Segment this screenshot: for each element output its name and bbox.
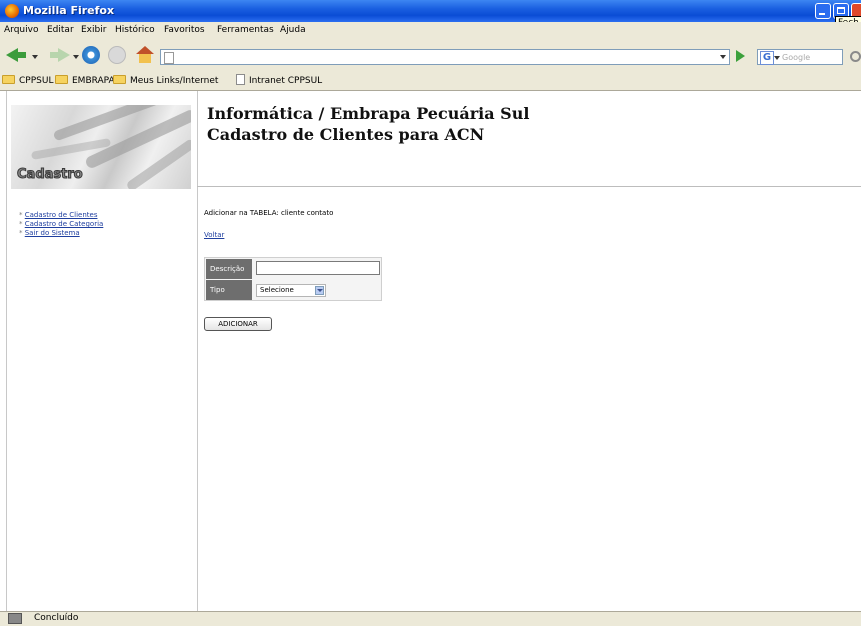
firefox-icon: [5, 4, 19, 18]
bookmark-embrapa[interactable]: EMBRAPA: [55, 74, 115, 88]
menu-exibir[interactable]: Exibir: [81, 25, 106, 35]
reload-icon[interactable]: [82, 46, 100, 64]
link-cadastro-clientes[interactable]: Cadastro de Clientes: [25, 211, 98, 219]
voltar-link[interactable]: Voltar: [204, 231, 224, 239]
status-icon: [8, 613, 22, 624]
tipo-select[interactable]: Selecione: [256, 284, 326, 297]
menu-editar[interactable]: Editar: [47, 25, 74, 35]
stop-icon[interactable]: [108, 46, 126, 64]
page-content: Cadastro * Cadastro de Clientes * Cadast…: [0, 91, 861, 611]
title-bar: Mozilla Firefox: [0, 0, 861, 22]
descricao-label: Descrição: [206, 259, 252, 279]
sidebar-menu: * Cadastro de Clientes * Cadastro de Cat…: [19, 211, 103, 238]
menu-favoritos[interactable]: Favoritos: [164, 25, 205, 35]
navigation-toolbar: G Google: [0, 40, 861, 73]
form-instruction: Adicionar na TABELA: cliente contato: [204, 209, 334, 217]
tipo-selected-value: Selecione: [260, 286, 294, 294]
sidebar-item-clientes: * Cadastro de Clientes: [19, 211, 98, 219]
search-icon[interactable]: [849, 50, 861, 64]
sidebar-item-sair: * Sair do Sistema: [19, 229, 80, 237]
search-input[interactable]: G Google: [757, 49, 843, 65]
menu-bar: Arquivo Editar Exibir Histórico Favorito…: [0, 22, 861, 40]
url-history-dropdown-icon[interactable]: [720, 55, 726, 59]
forward-dropdown-icon[interactable]: [73, 55, 79, 59]
adicionar-button[interactable]: ADICIONAR: [204, 317, 272, 331]
bookmark-cppsul[interactable]: CPPSUL: [2, 74, 53, 88]
folder-icon: [55, 75, 68, 84]
header-line-1: Informática / Embrapa Pecuária Sul: [207, 104, 530, 123]
link-cadastro-categoria[interactable]: Cadastro de Categoria: [25, 220, 104, 228]
menu-ajuda[interactable]: Ajuda: [280, 25, 306, 35]
folder-icon: [113, 75, 126, 84]
page-header: Informática / Embrapa Pecuária Sul Cadas…: [197, 91, 861, 187]
back-arrow-icon[interactable]: [6, 46, 28, 64]
folder-icon: [2, 75, 15, 84]
home-icon[interactable]: [136, 46, 154, 64]
sidebar: Cadastro * Cadastro de Clientes * Cadast…: [6, 91, 198, 611]
status-bar: Concluído: [0, 611, 861, 626]
page-icon: [236, 74, 245, 85]
banner-title: Cadastro: [17, 167, 84, 183]
engine-dropdown-icon[interactable]: [774, 56, 780, 60]
google-engine-icon[interactable]: G: [760, 51, 774, 65]
status-text: Concluído: [34, 613, 79, 623]
header-line-2: Cadastro de Clientes para ACN: [207, 125, 485, 144]
search-placeholder: Google: [782, 53, 811, 62]
menu-historico[interactable]: Histórico: [115, 25, 155, 35]
cadastro-banner-image: Cadastro: [11, 105, 191, 189]
window-title: Mozilla Firefox: [23, 4, 115, 17]
tipo-label: Tipo: [206, 280, 252, 300]
sidebar-item-categoria: * Cadastro de Categoria: [19, 220, 104, 228]
go-icon[interactable]: [736, 50, 745, 62]
bookmark-intranet-cppsul[interactable]: Intranet CPPSUL: [236, 74, 322, 88]
chevron-down-icon[interactable]: [315, 286, 324, 295]
add-form-table: Descrição Tipo Selecione: [204, 257, 382, 301]
menu-ferramentas[interactable]: Ferramentas: [217, 25, 274, 35]
forward-arrow-icon[interactable]: [48, 46, 70, 64]
bookmarks-toolbar: CPPSUL EMBRAPA Meus Links/Internet Intra…: [0, 72, 861, 91]
page-title: Informática / Embrapa Pecuária Sul Cadas…: [207, 103, 529, 145]
descricao-input[interactable]: [256, 261, 380, 275]
url-bar[interactable]: [160, 49, 730, 65]
menu-arquivo[interactable]: Arquivo: [4, 25, 38, 35]
link-sair-sistema[interactable]: Sair do Sistema: [25, 229, 80, 237]
bookmark-meus-links[interactable]: Meus Links/Internet: [113, 74, 218, 88]
minimize-button[interactable]: [815, 3, 831, 19]
back-dropdown-icon[interactable]: [32, 55, 38, 59]
page-icon: [164, 52, 174, 64]
